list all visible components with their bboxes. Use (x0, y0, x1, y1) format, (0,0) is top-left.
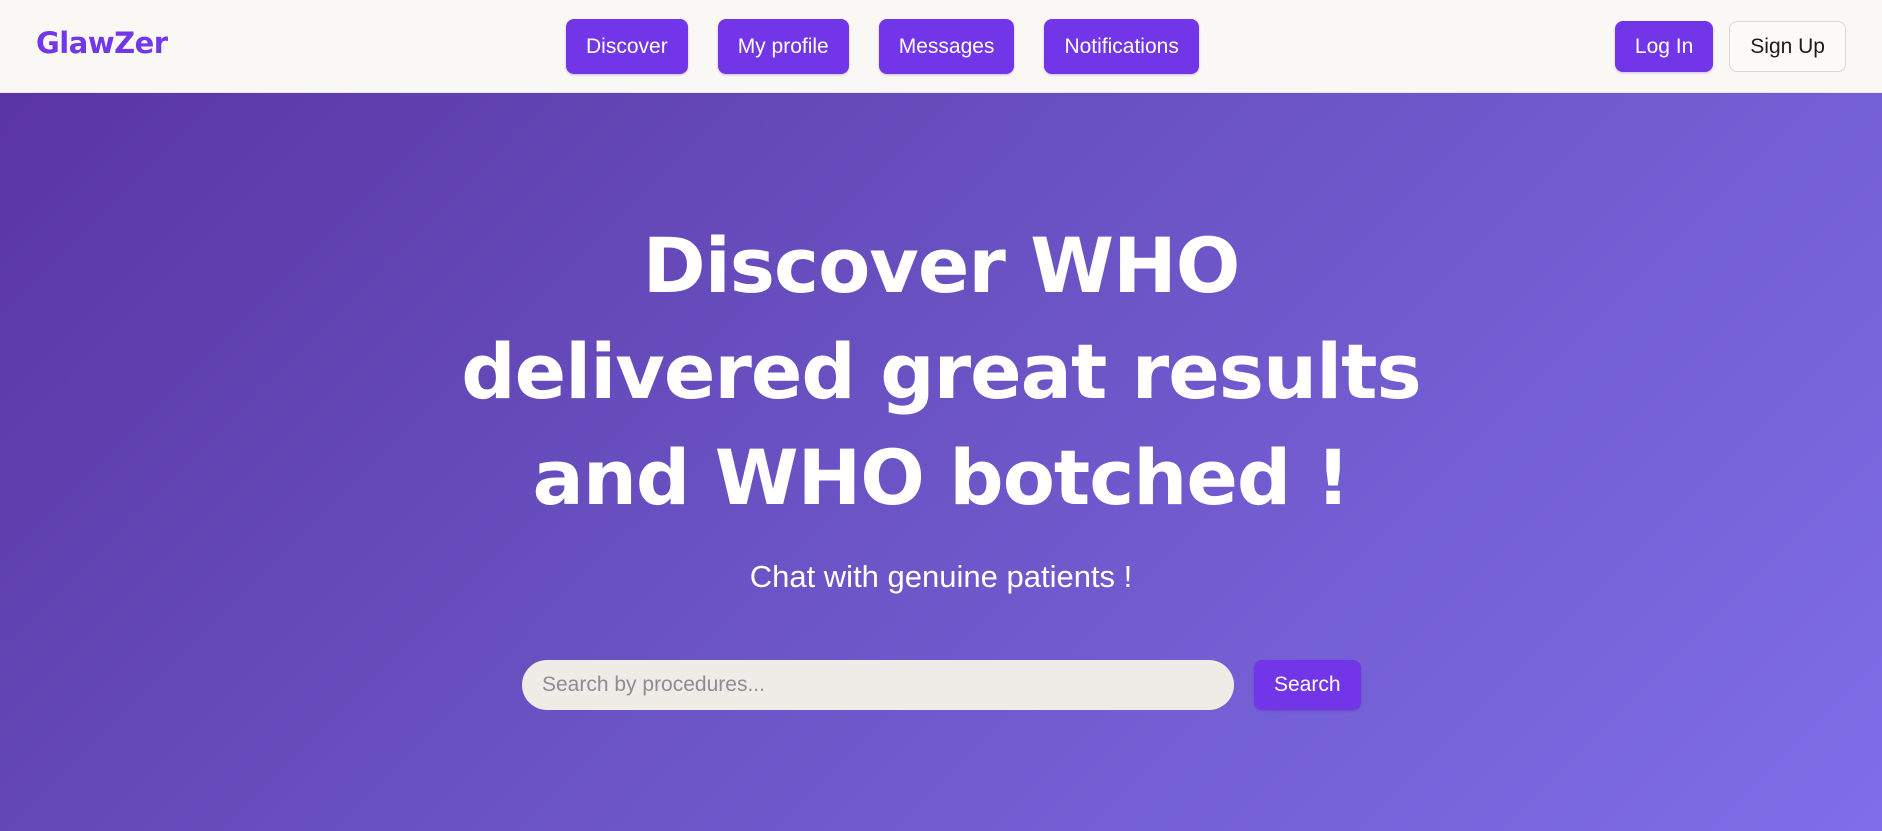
search-input[interactable] (522, 660, 1234, 710)
search-button[interactable]: Search (1254, 660, 1361, 710)
hero-subtitle: Chat with genuine patients ! (749, 559, 1133, 594)
top-navbar: GlawZer Discover My profile Messages Not… (0, 0, 1882, 93)
nav-my-profile-button[interactable]: My profile (717, 19, 849, 74)
signup-button[interactable]: Sign Up (1729, 21, 1846, 72)
hero-title-wrapper: Discover WHO delivered great results and… (0, 213, 1882, 531)
login-button[interactable]: Log In (1614, 21, 1714, 72)
main-nav: Discover My profile Messages Notificatio… (566, 19, 1199, 74)
nav-notifications-button[interactable]: Notifications (1044, 19, 1199, 74)
nav-discover-button[interactable]: Discover (566, 19, 688, 74)
nav-messages-button[interactable]: Messages (878, 19, 1015, 74)
auth-actions: Log In Sign Up (1614, 21, 1846, 72)
hero-section: Discover WHO delivered great results and… (0, 93, 1882, 831)
hero-title: Discover WHO delivered great results and… (461, 221, 1422, 522)
search-bar: Search (522, 660, 1361, 710)
brand-logo[interactable]: GlawZer (36, 26, 168, 60)
